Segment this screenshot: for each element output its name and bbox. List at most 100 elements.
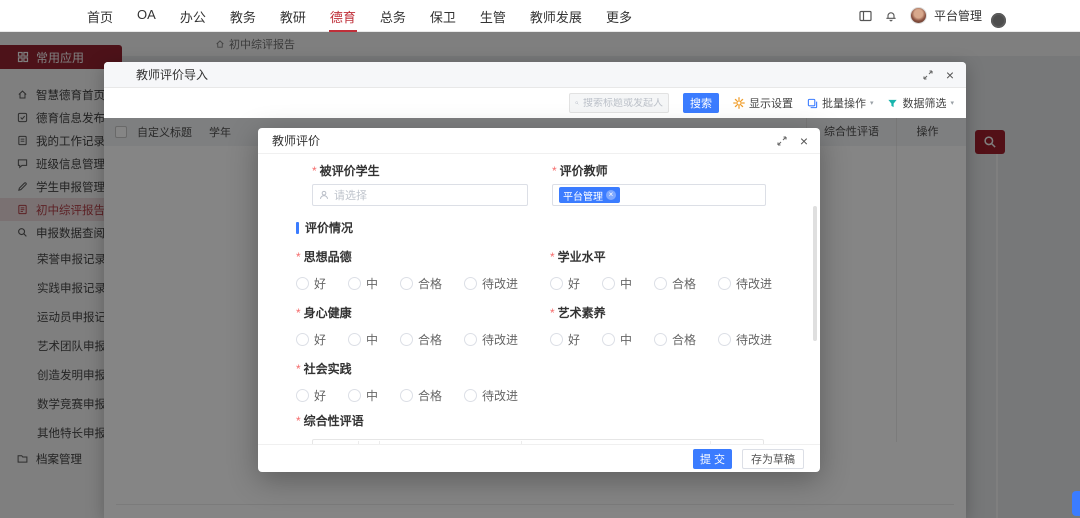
search-button[interactable]: 搜索: [683, 93, 719, 113]
radio-circle-icon: [550, 333, 563, 346]
rating-group: 社会实践 好 中 合格 待改进: [296, 348, 550, 404]
nav-item[interactable]: 生管: [479, 0, 507, 32]
bullet-list-icon[interactable]: [710, 441, 735, 444]
radio-circle-icon: [718, 277, 731, 290]
layout-toggle-icon[interactable]: [859, 10, 872, 22]
nav-item[interactable]: 办公: [179, 0, 207, 32]
rating-group: 思想品德 好 中 合格 待改进: [296, 236, 550, 292]
radio-option-medium[interactable]: 中: [602, 275, 632, 292]
underline-icon[interactable]: U: [400, 441, 420, 444]
student-select[interactable]: 请选择: [312, 184, 528, 206]
radio-circle-icon: [400, 333, 413, 346]
corner-drawer-handle[interactable]: [1072, 491, 1080, 516]
radio-option-medium[interactable]: 中: [348, 331, 378, 348]
radio-option-needs-improvement[interactable]: 待改进: [464, 387, 518, 404]
ordered-list-icon[interactable]: [735, 441, 759, 444]
paragraph-style-select[interactable]: 正文 ▾: [317, 441, 358, 444]
radio-option-good[interactable]: 好: [550, 275, 580, 292]
bold-icon[interactable]: B: [379, 441, 400, 444]
gear-icon: [733, 97, 745, 109]
nav-item[interactable]: 德育: [329, 0, 357, 32]
radio-option-medium[interactable]: 中: [602, 331, 632, 348]
radio-option-pass[interactable]: 合格: [654, 331, 696, 348]
expand-icon[interactable]: [777, 136, 787, 146]
highlight-color-icon[interactable]: ▣ ▾: [492, 441, 521, 444]
comment-label: 综合性评语: [296, 412, 820, 429]
radio-circle-icon: [348, 389, 361, 402]
radio-circle-icon: [348, 333, 361, 346]
import-modal-toolbar: 搜索 显示设置 批量操作 ▾ 数据筛选 ▾: [104, 88, 966, 118]
teacher-select[interactable]: 平台管理 ×: [552, 184, 766, 206]
radio-option-needs-improvement[interactable]: 待改进: [464, 331, 518, 348]
radio-circle-icon: [296, 333, 309, 346]
eval-modal-body: 被评价学生 请选择 评价教师 平台管理 × 评价情况: [258, 154, 820, 444]
rating-group: 学业水平 好 中 合格 待改进: [550, 236, 820, 292]
nav-item[interactable]: 保卫: [429, 0, 457, 32]
batch-actions-button[interactable]: 批量操作 ▾: [807, 95, 874, 111]
expand-icon[interactable]: [923, 70, 933, 80]
teacher-field: 评价教师 平台管理 ×: [552, 158, 768, 206]
search-icon: [575, 98, 579, 108]
italic-icon[interactable]: I: [420, 441, 435, 444]
blockquote-icon[interactable]: “: [358, 441, 380, 444]
radio-circle-icon: [464, 277, 477, 290]
radio-option-good[interactable]: 好: [296, 275, 326, 292]
nav-item[interactable]: 教研: [279, 0, 307, 32]
radio-option-pass[interactable]: 合格: [654, 275, 696, 292]
search-input[interactable]: [583, 98, 663, 109]
student-field: 被评价学生 请选择: [312, 158, 552, 206]
nav-item[interactable]: 教务: [229, 0, 257, 32]
search-box[interactable]: [569, 93, 669, 113]
scrollbar-thumb[interactable]: [813, 206, 817, 341]
rich-text-editor[interactable]: 正文 ▾ “ B: [312, 439, 764, 444]
font-color-icon[interactable]: A ▾: [465, 441, 493, 444]
person-icon: [319, 190, 329, 200]
teacher-field-label: 评价教师: [552, 162, 768, 179]
radio-option-good[interactable]: 好: [296, 387, 326, 404]
student-field-label: 被评价学生: [312, 162, 552, 179]
radio-option-needs-improvement[interactable]: 待改进: [718, 331, 772, 348]
eval-modal-title: 教师评价: [272, 132, 320, 149]
nav-item[interactable]: 更多: [605, 0, 633, 32]
radio-circle-icon: [718, 333, 731, 346]
bell-icon[interactable]: [885, 10, 897, 22]
radio-circle-icon: [602, 277, 615, 290]
line-height-select[interactable]: 默认行高 ▾: [647, 441, 710, 444]
radio-option-needs-improvement[interactable]: 待改进: [718, 275, 772, 292]
main-nav: 首页 OA 办公 教务 教研 德育 总务 保卫 生管 教师发展 更多: [86, 0, 633, 32]
save-draft-button[interactable]: 存为草稿: [742, 449, 804, 469]
nav-item[interactable]: 首页: [86, 0, 114, 32]
user-name[interactable]: 平台管理: [934, 7, 982, 24]
data-filter-button[interactable]: 数据筛选 ▾: [887, 95, 954, 111]
radio-circle-icon: [550, 277, 563, 290]
tag-remove-icon[interactable]: ×: [606, 190, 616, 200]
radio-option-good[interactable]: 好: [296, 331, 326, 348]
more-format-icon[interactable]: … ▾: [435, 441, 465, 444]
rating-group-label: 身心健康: [296, 304, 550, 321]
radio-option-medium[interactable]: 中: [348, 275, 378, 292]
font-size-select[interactable]: 默认字号 ▾: [521, 441, 585, 444]
display-settings-button[interactable]: 显示设置: [733, 95, 793, 111]
radio-circle-icon: [602, 333, 615, 346]
user-avatar[interactable]: [910, 7, 927, 24]
radio-option-pass[interactable]: 合格: [400, 275, 442, 292]
radio-circle-icon: [400, 277, 413, 290]
submit-button[interactable]: 提 交: [693, 449, 732, 469]
rating-groups: 思想品德 好 中 合格 待改进 学业水平 好 中: [296, 236, 820, 404]
radio-option-good[interactable]: 好: [550, 331, 580, 348]
font-family-select[interactable]: 默认字体 ▾: [585, 441, 648, 444]
close-icon[interactable]: ×: [800, 134, 808, 148]
rating-group-label: 社会实践: [296, 360, 550, 377]
close-icon[interactable]: ×: [946, 68, 954, 82]
nav-item[interactable]: OA: [136, 0, 157, 32]
radio-option-needs-improvement[interactable]: 待改进: [464, 275, 518, 292]
radio-option-pass[interactable]: 合格: [400, 331, 442, 348]
radio-option-pass[interactable]: 合格: [400, 387, 442, 404]
assistant-float-icon[interactable]: [991, 13, 1006, 28]
nav-item[interactable]: 总务: [379, 0, 407, 32]
section-title-evaluation: 评价情况: [296, 219, 820, 236]
radio-option-medium[interactable]: 中: [348, 387, 378, 404]
app-window: 首页 OA 办公 教务 教研 德育 总务 保卫 生管 教师发展 更多: [0, 0, 1080, 518]
top-navigation-bar: 首页 OA 办公 教务 教研 德育 总务 保卫 生管 教师发展 更多: [0, 0, 1080, 32]
nav-item[interactable]: 教师发展: [529, 0, 583, 32]
